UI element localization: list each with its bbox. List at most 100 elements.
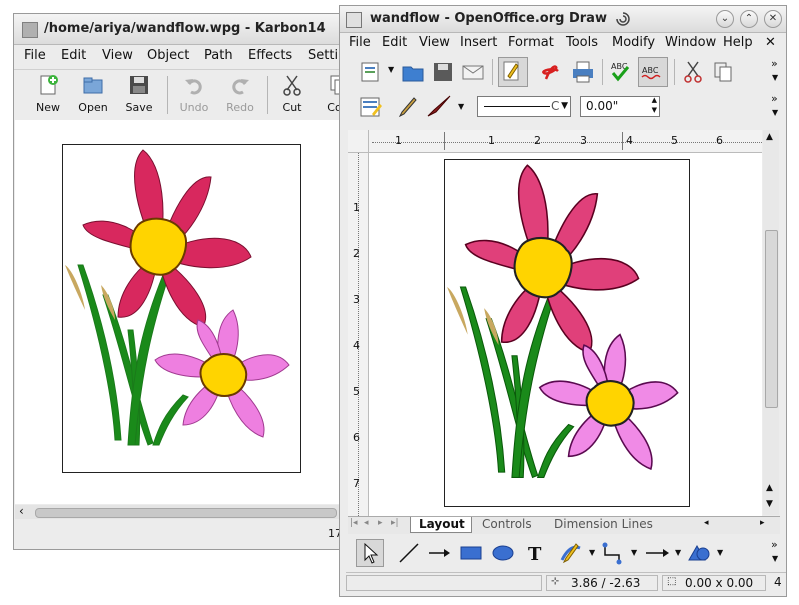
karbon-toolbar: New Open Save Undo Redo Cut Cop	[14, 69, 357, 120]
line-tool-icon[interactable]	[396, 540, 422, 566]
menu-edit[interactable]: Edit	[61, 48, 86, 63]
minimize-button[interactable]: ⌄	[716, 10, 734, 28]
menu-edit[interactable]: Edit	[382, 35, 407, 50]
karbon-canvas[interactable]	[15, 120, 357, 504]
tab-prev-icon[interactable]: ◂	[364, 518, 369, 528]
maximize-button[interactable]: ⌃	[740, 10, 758, 28]
toolbar-menu-icon[interactable]: ▼	[772, 554, 778, 563]
basic-shapes-tool-icon[interactable]	[686, 540, 712, 566]
scroll-left-icon[interactable]: ‹	[19, 504, 24, 518]
scroll-down-icon[interactable]: ▼	[766, 499, 773, 509]
new-button[interactable]: New	[24, 70, 72, 118]
spellcheck-icon[interactable]: ABC	[608, 59, 634, 85]
vertical-ruler[interactable]: 1 2 3 4 5 6 7	[348, 153, 369, 516]
lines-arrows-tool-icon[interactable]	[644, 540, 670, 566]
cut-icon[interactable]	[680, 59, 706, 85]
export-pdf-icon[interactable]	[540, 59, 566, 85]
toolbar-overflow-icon[interactable]: »	[771, 57, 778, 70]
line-style-select[interactable]: C ▼	[477, 96, 571, 117]
karbon-hscrollbar[interactable]: ‹ ›	[15, 504, 357, 519]
status-size-field: ⬚ 0.00 x 0.00	[662, 575, 766, 591]
horizontal-ruler[interactable]: 1 1 2 3 4 5 6	[348, 130, 762, 153]
shade-icon[interactable]	[614, 11, 632, 27]
scroll-thumb[interactable]	[765, 230, 778, 408]
dropdown-arrow-icon[interactable]: ▼	[631, 548, 637, 557]
toolbar-menu-icon[interactable]: ▼	[772, 108, 778, 117]
line-width-field[interactable]: 0.00" ▲ ▼	[580, 96, 660, 117]
menu-object[interactable]: Object	[147, 48, 189, 63]
undo-button[interactable]: Undo	[170, 70, 218, 118]
print-icon[interactable]	[570, 59, 596, 85]
layer-tabbar: |◂ ◂ ▸ ▸| Layout Controls Dimension Line…	[348, 516, 780, 534]
draw-titlebar[interactable]: wandflow - OpenOffice.org Draw ⌄ ⌃ ✕	[340, 6, 786, 33]
spin-up-icon[interactable]: ▲	[652, 96, 657, 104]
menu-view[interactable]: View	[419, 35, 450, 50]
toolbar-overflow-icon[interactable]: »	[771, 538, 778, 551]
dropdown-arrow-icon[interactable]: ▼	[675, 548, 681, 557]
close-document-icon[interactable]: ✕	[765, 35, 776, 50]
open-button[interactable]: Open	[69, 70, 117, 118]
tab-last-icon[interactable]: ▸|	[391, 518, 399, 528]
new-document-icon[interactable]	[358, 59, 384, 85]
tab-first-icon[interactable]: |◂	[350, 518, 358, 528]
scroll-up-icon[interactable]: ▲	[766, 483, 773, 493]
dropdown-arrow-icon[interactable]: ▼	[561, 101, 568, 111]
scroll-left-icon[interactable]: ◂	[704, 518, 709, 528]
red-flower-center	[513, 236, 573, 299]
menu-file[interactable]: File	[24, 48, 46, 63]
menu-settings[interactable]: Setti	[308, 48, 338, 63]
menu-effects[interactable]: Effects	[248, 48, 292, 63]
curve-tool-icon[interactable]	[558, 540, 584, 566]
dropdown-arrow-icon[interactable]: ▼	[589, 548, 595, 557]
toolbar-overflow-icon[interactable]: »	[771, 92, 778, 105]
save-icon[interactable]	[430, 59, 456, 85]
scroll-thumb[interactable]	[35, 508, 337, 518]
tab-layout[interactable]: Layout	[410, 517, 472, 533]
redo-button[interactable]: Redo	[216, 70, 264, 118]
scroll-up-icon[interactable]: ▲	[766, 132, 773, 142]
draw-canvas[interactable]	[369, 153, 762, 516]
menu-view[interactable]: View	[102, 48, 133, 63]
rectangle-tool-icon[interactable]	[458, 540, 484, 566]
ruler-label: 6	[353, 431, 360, 444]
menu-window[interactable]: Window	[665, 35, 716, 50]
open-folder-icon[interactable]	[400, 59, 426, 85]
spin-down-icon[interactable]: ▼	[652, 106, 657, 114]
dropdown-arrow-icon[interactable]: ▼	[388, 65, 394, 74]
close-button[interactable]: ✕	[764, 10, 782, 28]
select-tool-button[interactable]	[356, 539, 384, 567]
leaf-tip	[101, 285, 115, 320]
tab-controls[interactable]: Controls	[474, 517, 532, 533]
dropdown-arrow-icon[interactable]: ▼	[717, 548, 723, 557]
karbon-titlebar[interactable]: /home/ariya/wandflow.wpg - Karbon14	[14, 14, 357, 45]
menu-path[interactable]: Path	[204, 48, 233, 63]
email-icon[interactable]	[460, 59, 486, 85]
edit-mode-button[interactable]	[498, 57, 528, 87]
menu-insert[interactable]: Insert	[460, 35, 497, 50]
draw-vscrollbar[interactable]: ▲ ▲ ▼	[763, 130, 779, 515]
menu-file[interactable]: File	[349, 35, 371, 50]
copy-icon[interactable]	[710, 59, 736, 85]
text-tool-icon[interactable]: T	[522, 540, 548, 566]
connector-tool-icon[interactable]	[600, 540, 626, 566]
menu-modify[interactable]: Modify	[612, 35, 655, 50]
toolbar-menu-icon[interactable]: ▼	[772, 73, 778, 82]
line-pen-icon[interactable]	[396, 94, 422, 120]
save-button[interactable]: Save	[115, 70, 163, 118]
arrow-style-icon[interactable]	[426, 94, 452, 120]
position-readout: 3.86 / -2.63	[571, 576, 641, 590]
cut-button[interactable]: Cut	[268, 70, 316, 118]
menu-format[interactable]: Format	[508, 35, 554, 50]
draw-page	[444, 159, 690, 507]
styles-icon[interactable]	[358, 94, 384, 120]
open-label: Open	[78, 101, 108, 114]
dropdown-arrow-icon[interactable]: ▼	[458, 102, 464, 111]
tab-dimension-lines[interactable]: Dimension Lines	[544, 517, 653, 533]
scroll-right-icon[interactable]: ▸	[760, 518, 765, 528]
autospellcheck-button[interactable]: ABC	[638, 57, 668, 87]
tab-next-icon[interactable]: ▸	[378, 518, 383, 528]
arrow-line-tool-icon[interactable]	[426, 540, 452, 566]
menu-tools[interactable]: Tools	[566, 35, 598, 50]
menu-help[interactable]: Help	[723, 35, 753, 50]
ellipse-tool-icon[interactable]	[490, 540, 516, 566]
